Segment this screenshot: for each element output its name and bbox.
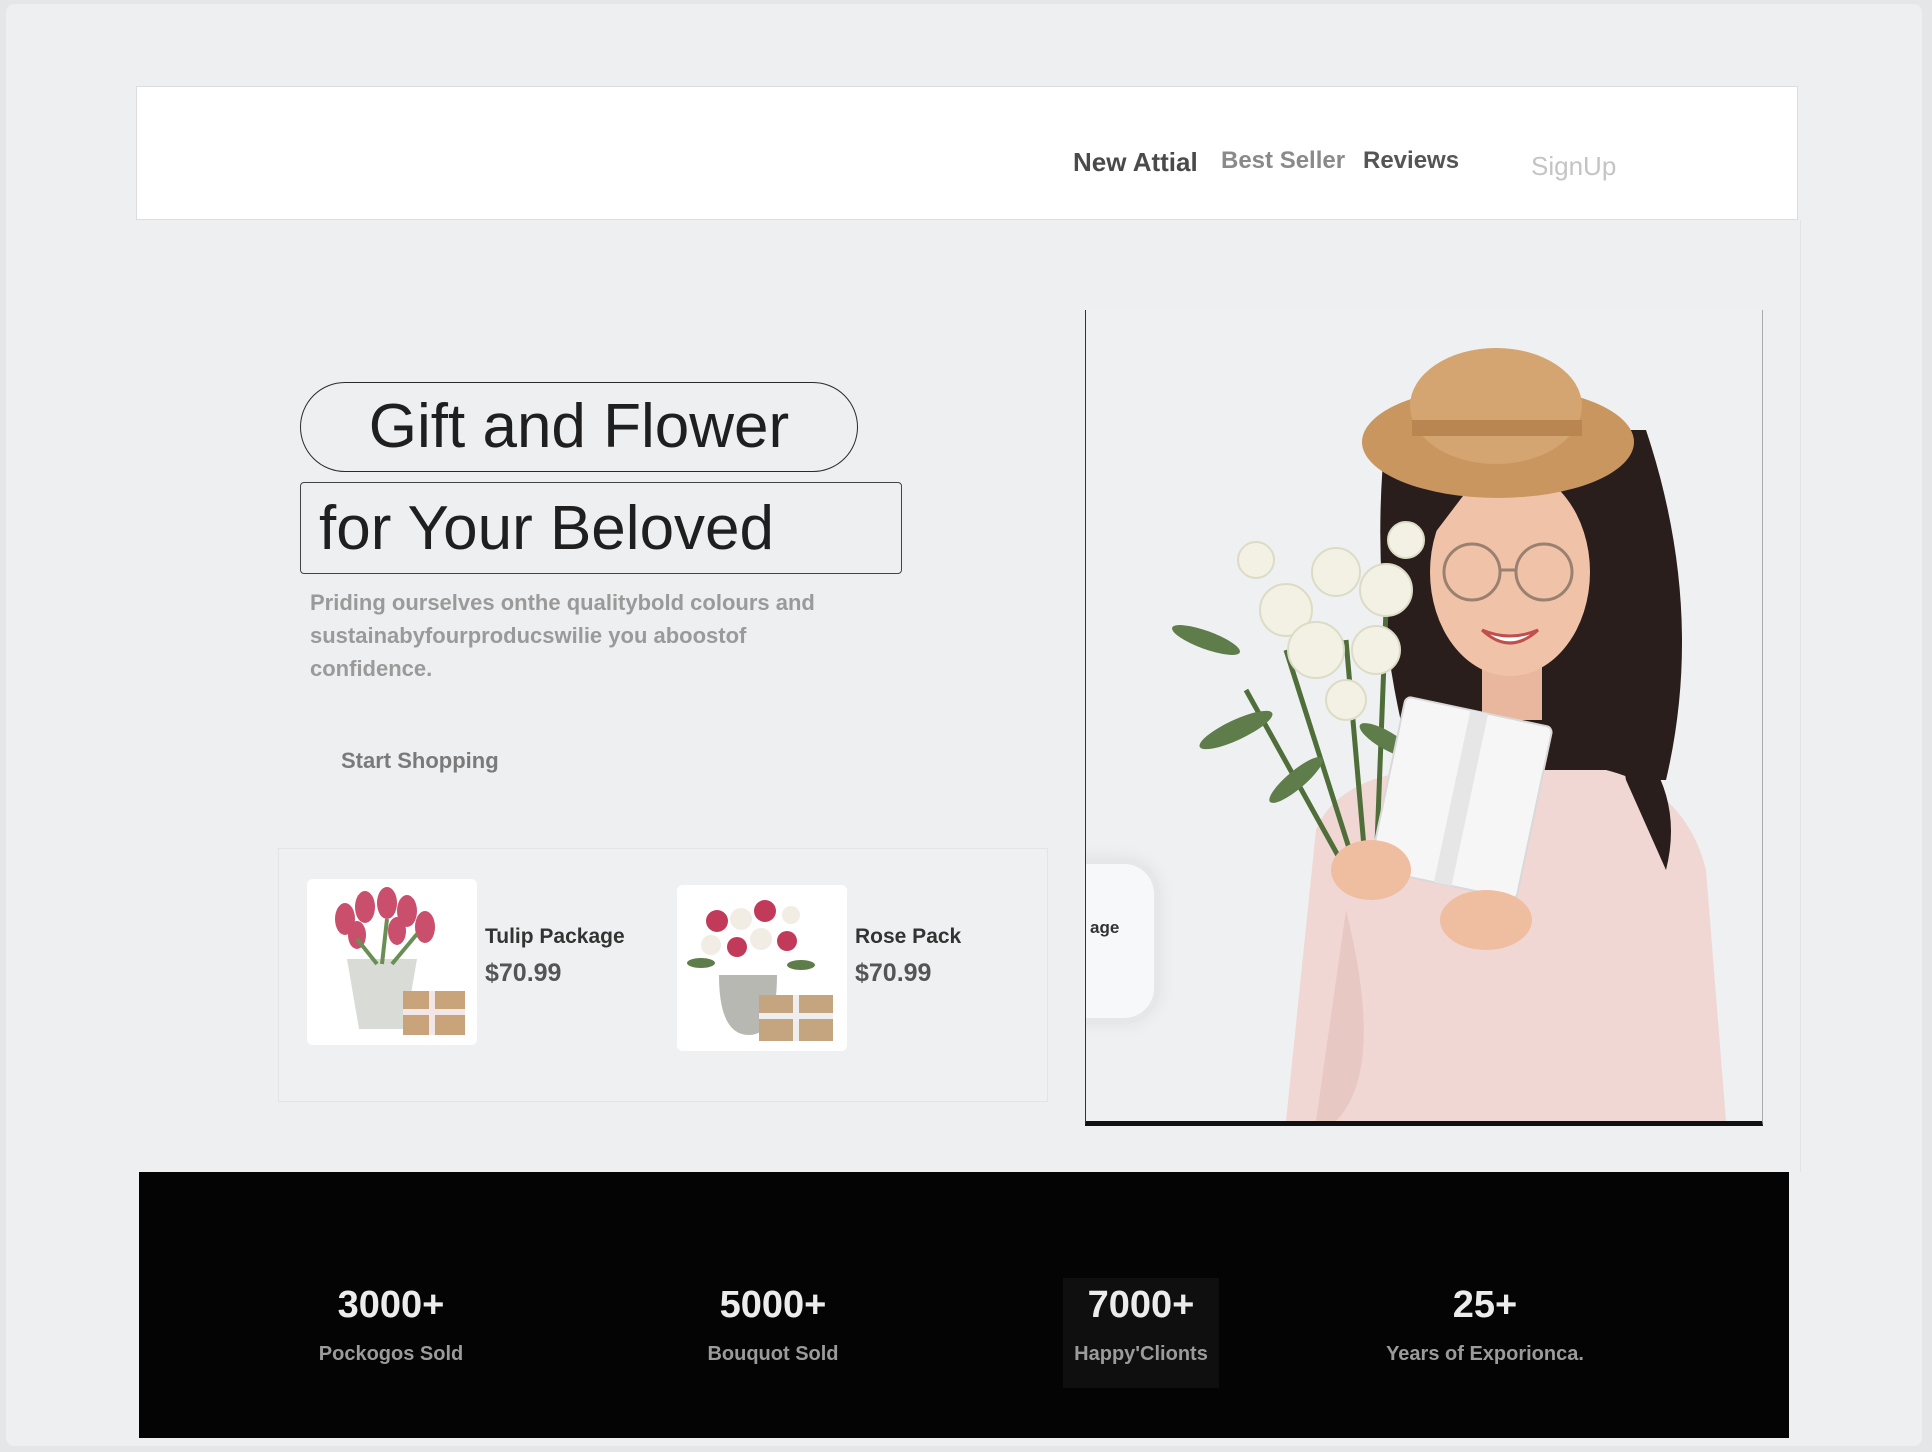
stat-packages: 3000+ Pockogos Sold bbox=[241, 1284, 541, 1366]
woman-with-flowers-image bbox=[1086, 310, 1762, 1121]
signup-button[interactable]: SignUp bbox=[1531, 151, 1616, 182]
stat-value: 25+ bbox=[1452, 1284, 1518, 1326]
tulip-package-image[interactable] bbox=[307, 879, 477, 1045]
stat-label: Years of Exporionca. bbox=[1386, 1343, 1584, 1365]
stat-value: 5000+ bbox=[719, 1284, 827, 1326]
stat-bouquets: 5000+ Bouquot Sold bbox=[623, 1284, 923, 1366]
floating-badge: age bbox=[1086, 858, 1160, 1024]
hero-description: Priding ourselves onthe qualitybold colo… bbox=[310, 590, 815, 681]
stat-value: 3000+ bbox=[337, 1284, 445, 1326]
stat-value: 7000+ bbox=[1087, 1284, 1195, 1326]
top-navbar: New Attial Best Seller Reviews SignUp bbox=[136, 86, 1798, 220]
badge-text: age bbox=[1090, 918, 1120, 937]
hero-title-line2: for Your Beloved bbox=[300, 482, 902, 574]
start-shopping-button[interactable]: Start Shopping bbox=[341, 748, 499, 774]
stat-clients: 7000+ Happy'Clionts bbox=[991, 1284, 1291, 1366]
product-name[interactable]: Rose Pack bbox=[855, 925, 961, 949]
hero-title-line1: Gift and Flower bbox=[300, 382, 858, 472]
product-price: $70.99 bbox=[855, 959, 932, 987]
stat-label: Bouquot Sold bbox=[707, 1343, 839, 1365]
nav-link-best-seller[interactable]: Best Seller bbox=[1221, 147, 1345, 175]
nav-link-new-arrival[interactable]: New Attial bbox=[1073, 147, 1198, 178]
stats-bar: 3000+ Pockogos Sold 5000+ Bouquot Sold 7… bbox=[139, 1172, 1789, 1438]
hero-photo: age bbox=[1085, 310, 1763, 1126]
stat-label: Pockogos Sold bbox=[318, 1343, 464, 1365]
rose-pack-image[interactable] bbox=[677, 885, 847, 1051]
stat-years: 25+ Years of Exporionca. bbox=[1335, 1284, 1635, 1366]
product-list: Tulip Package $70.99 Rose Pack $70.99 bbox=[278, 848, 1048, 1102]
stat-label: Happy'Clionts bbox=[1074, 1343, 1208, 1365]
product-name[interactable]: Tulip Package bbox=[485, 925, 625, 949]
nav-link-reviews[interactable]: Reviews bbox=[1363, 147, 1459, 175]
product-price: $70.99 bbox=[485, 959, 562, 987]
